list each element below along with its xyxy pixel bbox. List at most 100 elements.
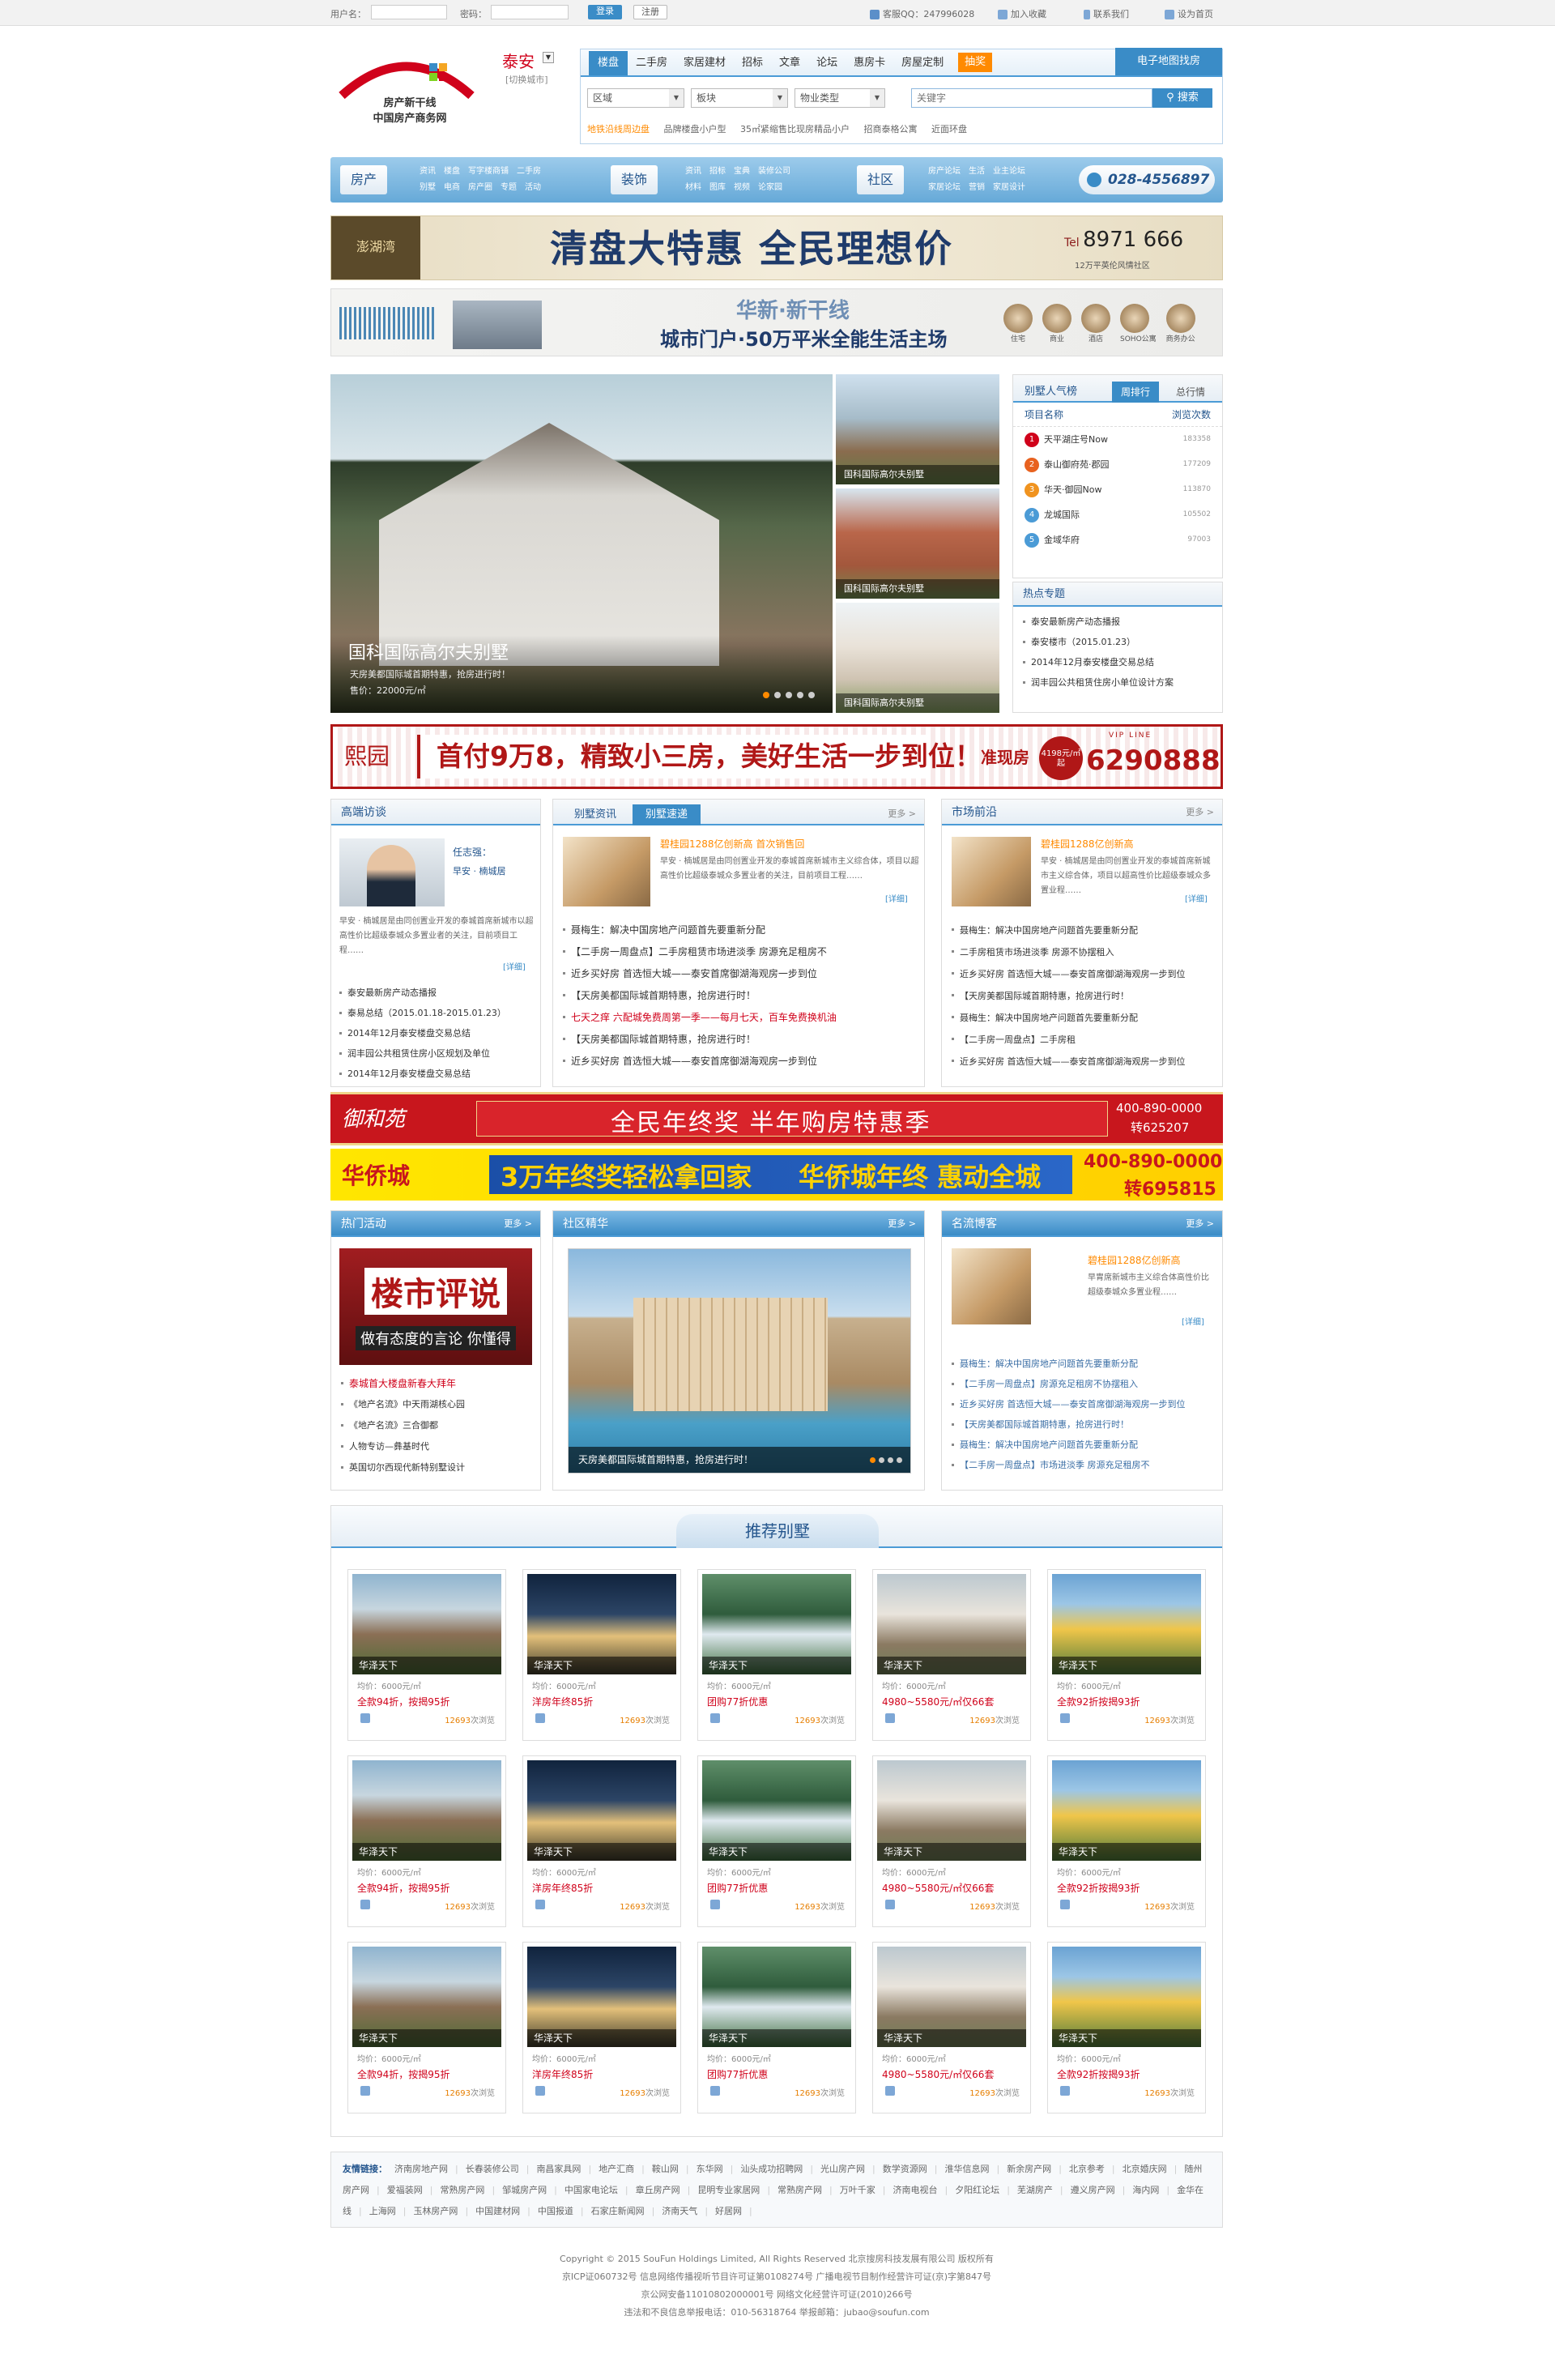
list-item[interactable]: 【二手房一周盘点】房源充足租房不协摆租入	[948, 1374, 1217, 1394]
friend-link[interactable]: 长春装修公司	[466, 2164, 519, 2174]
list-item[interactable]: 【二手房一周盘点】二手房租	[948, 1029, 1217, 1051]
channel-link[interactable]: 资讯	[685, 167, 701, 176]
channel-link[interactable]: 业主论坛	[993, 167, 1025, 176]
interview-photo[interactable]	[339, 838, 445, 906]
list-item[interactable]: 【天房美都国际城首期特惠，抢房进行时！	[948, 985, 1217, 1007]
villa-image[interactable]: 华泽天下	[877, 1574, 1026, 1674]
detail-link[interactable]: [详细]	[503, 960, 526, 972]
thumb-icon[interactable]	[1060, 1713, 1070, 1723]
hotline[interactable]: 028-4556897	[1079, 165, 1215, 194]
list-item[interactable]: 近乡买好房 首选恒大城——泰安首席御湖海观房一步到位	[948, 1051, 1217, 1073]
villa-image[interactable]: 华泽天下	[527, 1760, 676, 1861]
friend-link[interactable]: 济南房地产网	[394, 2164, 448, 2174]
villa-image[interactable]: 华泽天下	[352, 1760, 501, 1861]
register-button[interactable]: 注册	[633, 5, 667, 19]
villa-card[interactable]: 华泽天下 均价：6000元/㎡ 洋房年终85折 12693次浏览	[522, 1942, 681, 2113]
thumb-icon[interactable]	[535, 1713, 545, 1723]
ad-banner-huaqiaocheng[interactable]: 华侨城 3万年终奖轻松拿回家 华侨城年终 惠动全城 400-890-0000 转…	[330, 1149, 1223, 1201]
villa-image[interactable]: 华泽天下	[702, 1574, 851, 1674]
thumb-icon[interactable]	[885, 2086, 895, 2096]
friend-link[interactable]: 章丘房产网	[636, 2185, 680, 2195]
type-select[interactable]: 物业类型 ▼	[795, 88, 885, 108]
list-item[interactable]: 聂梅生：解决中国房地产问题首先要重新分配	[948, 1007, 1217, 1029]
list-item[interactable]: 《地产名流》三合御都	[338, 1415, 535, 1436]
list-item[interactable]: 【天房美都国际城首期特惠，抢房进行时！	[948, 1414, 1217, 1435]
list-item[interactable]: 泰安楼市（2015.01.23）	[1020, 632, 1216, 652]
list-item[interactable]: 英国切尔西现代新特别墅设计	[338, 1457, 535, 1478]
friend-link[interactable]: 常熟房产网	[440, 2185, 484, 2195]
tab-jiaju[interactable]: 家居建材	[675, 51, 734, 75]
market-headline[interactable]: 碧桂园1288亿创新高	[1041, 837, 1134, 851]
tab-total[interactable]: 总行情	[1167, 382, 1214, 403]
thumb-icon[interactable]	[885, 1900, 895, 1909]
slide-dot[interactable]	[897, 1457, 902, 1463]
list-item[interactable]: 近乡买好房 首选恒大城——泰安首席御湖海观房一步到位	[560, 1051, 919, 1073]
friend-link[interactable]: 好居网	[715, 2206, 742, 2216]
list-item[interactable]: 泰安最新房产动态播报	[336, 983, 537, 1003]
list-item[interactable]: 泰城首大楼盘新春大拜年	[338, 1373, 535, 1394]
friend-link[interactable]: 东华网	[697, 2164, 723, 2174]
list-item[interactable]: 近乡买好房 首选恒大城——泰安首席御湖海观房一步到位	[948, 1394, 1217, 1414]
friend-link[interactable]: 爱福装网	[387, 2185, 423, 2195]
list-item[interactable]: 【天房美都国际城首期特惠，抢房进行时！	[560, 985, 919, 1007]
friend-link[interactable]: 常熟房产网	[778, 2185, 822, 2195]
friend-link[interactable]: 北京参考	[1069, 2164, 1105, 2174]
tab-wenzhang[interactable]: 文章	[771, 51, 808, 75]
villa-news-headline[interactable]: 碧桂园1288亿创新高 首次销售回	[660, 837, 804, 851]
channel-link[interactable]: 家居论坛	[928, 183, 961, 192]
channel-link[interactable]: 活动	[525, 183, 541, 192]
list-item[interactable]: 泰易总结（2015.01.18-2015.01.23）	[336, 1003, 537, 1023]
channel-link[interactable]: 宝典	[734, 167, 750, 176]
homepage-link[interactable]: 设为首页	[1165, 7, 1213, 20]
channel-link[interactable]: 材料	[685, 183, 701, 192]
list-item[interactable]: 近乡买好房 首选恒大城——泰安首席御湖海观房一步到位	[560, 963, 919, 985]
ranking-item[interactable]: 4 龙城国际 105502	[1013, 502, 1222, 527]
login-button[interactable]: 登录	[588, 5, 622, 19]
friend-link[interactable]: 汕头成功招聘网	[740, 2164, 803, 2174]
slide-dot[interactable]	[870, 1457, 875, 1463]
blog-headline[interactable]: 碧桂园1288亿创新高	[1088, 1253, 1181, 1267]
friend-link[interactable]: 济南电视台	[893, 2185, 937, 2195]
list-item[interactable]: 润丰园公共租赁住房小区规划及单位	[336, 1043, 537, 1064]
tab-dingzhi[interactable]: 房屋定制	[893, 51, 952, 75]
list-item[interactable]: 七天之痒 六配城免费周第一季——每月七天，百车免费换机油	[560, 1007, 919, 1029]
market-image[interactable]	[952, 837, 1031, 906]
thumb-icon[interactable]	[1060, 2086, 1070, 2096]
ad-banner-xiyuan[interactable]: 熙园 首付9万8，精致小三房，美好生活一步到位！ 准现房 4198元/㎡起 VI…	[330, 724, 1223, 789]
friend-link[interactable]: 北京婚庆网	[1123, 2164, 1167, 2174]
friend-link[interactable]: 遵义房产网	[1071, 2185, 1115, 2195]
activities-poster[interactable]: 楼市评说 做有态度的言论 你懂得	[339, 1248, 532, 1365]
list-item[interactable]: 二手房租赁市场进淡季 房源不协摆租入	[948, 941, 1217, 963]
favorite-link[interactable]: 加入收藏	[998, 7, 1046, 20]
slide-dot[interactable]	[808, 692, 815, 698]
friend-link[interactable]: 南昌家具网	[536, 2164, 581, 2174]
thumb-icon[interactable]	[360, 1900, 370, 1909]
villa-image[interactable]: 华泽天下	[1052, 1947, 1201, 2047]
friend-link[interactable]: 数学资源网	[883, 2164, 927, 2174]
tab-zhaobiao[interactable]: 招标	[734, 51, 771, 75]
list-item[interactable]: 2014年12月泰安楼盘交易总结	[336, 1023, 537, 1043]
thumb-icon[interactable]	[360, 1713, 370, 1723]
tab-week[interactable]: 周排行	[1112, 382, 1159, 403]
channel-link[interactable]: 电商	[444, 183, 460, 192]
detail-link[interactable]: [详细]	[1185, 892, 1208, 904]
list-item[interactable]: 【二手房一周盘点】二手房租赁市场进淡季 房源充足租房不	[560, 941, 919, 963]
friend-link[interactable]: 中国家电论坛	[564, 2185, 618, 2195]
friend-link[interactable]: 淮华信息网	[944, 2164, 989, 2174]
channel-link[interactable]: 营销	[969, 183, 985, 192]
hot-link[interactable]: 35㎡紧缩售比现房精品小户	[740, 124, 850, 134]
channel-link[interactable]: 家居设计	[993, 183, 1025, 192]
villa-card[interactable]: 华泽天下 均价：6000元/㎡ 全款92折按揭93折 12693次浏览	[1047, 1942, 1206, 2113]
friend-link[interactable]: 昆明专业家居网	[697, 2185, 760, 2195]
site-logo[interactable]: 房产新干线 中国房产商务网	[334, 45, 486, 134]
villa-card[interactable]: 华泽天下 均价：6000元/㎡ 全款94折，按揭95折 12693次浏览	[347, 1942, 506, 2113]
villa-image[interactable]: 华泽天下	[877, 1760, 1026, 1861]
villa-card[interactable]: 华泽天下 均价：6000元/㎡ 全款92折按揭93折 12693次浏览	[1047, 1755, 1206, 1927]
thumb-icon[interactable]	[710, 1900, 720, 1909]
villa-image[interactable]: 华泽天下	[527, 1947, 676, 2047]
list-item[interactable]: 2014年12月泰安楼盘交易总结	[336, 1064, 537, 1084]
ranking-item[interactable]: 3 华天·御园Now 113870	[1013, 477, 1222, 502]
villa-card[interactable]: 华泽天下 均价：6000元/㎡ 团购77折优惠 12693次浏览	[697, 1569, 856, 1741]
villa-image[interactable]: 华泽天下	[702, 1947, 851, 2047]
channel-link[interactable]: 装修公司	[758, 167, 790, 176]
